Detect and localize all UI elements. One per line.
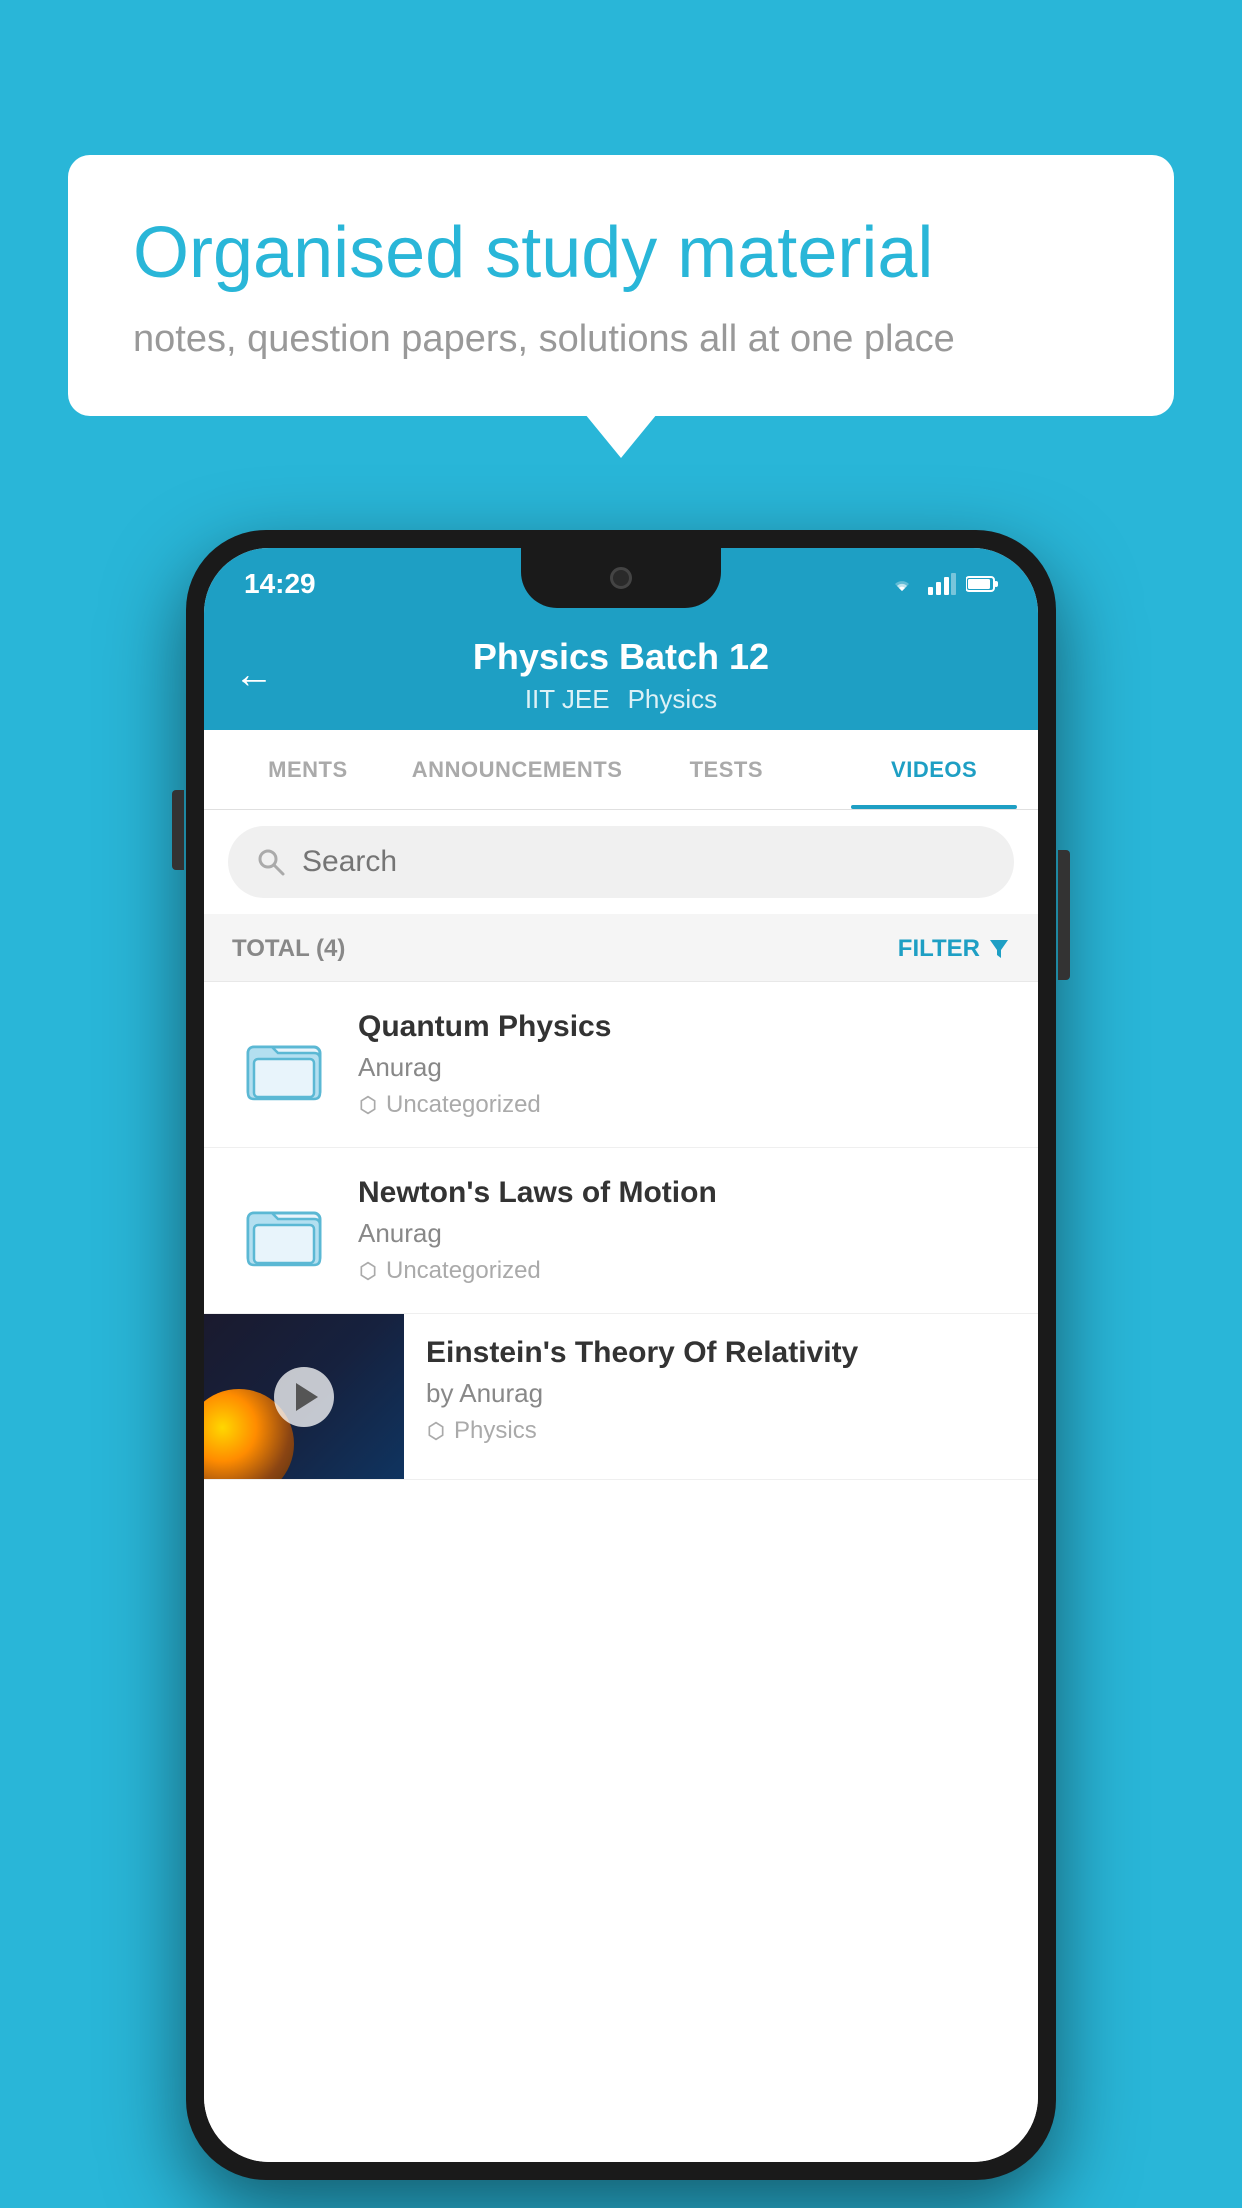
status-icons (886, 573, 998, 595)
nav-tag-physics: Physics (628, 684, 718, 715)
phone-screen: 14:29 (204, 548, 1038, 2162)
tab-announcements-label: ANNOUNCEMENTS (412, 757, 623, 783)
tag-icon-3 (426, 1421, 446, 1441)
search-input[interactable] (302, 845, 986, 879)
tab-announcements[interactable]: ANNOUNCEMENTS (412, 730, 623, 809)
folder-thumb-2 (234, 1181, 334, 1281)
tab-tests[interactable]: TESTS (622, 730, 830, 809)
status-time: 14:29 (244, 568, 316, 600)
notch (521, 548, 721, 608)
camera-notch (610, 567, 632, 589)
signal-icon (928, 573, 956, 595)
folder-icon-1 (244, 1025, 324, 1105)
nav-tag-iitjee: IIT JEE (525, 684, 610, 715)
video-title-2: Newton's Laws of Motion (358, 1176, 1008, 1210)
search-bar-wrapper (204, 810, 1038, 914)
tab-tests-label: TESTS (690, 757, 763, 783)
wifi-icon (886, 573, 918, 595)
video-info-3: Einstein's Theory Of Relativity by Anura… (404, 1314, 1038, 1479)
phone-container: 14:29 (186, 530, 1056, 2180)
video-tag-2: Uncategorized (358, 1257, 1008, 1285)
folder-thumb-1 (234, 1015, 334, 1115)
list-item[interactable]: Einstein's Theory Of Relativity by Anura… (204, 1314, 1038, 1480)
speech-bubble: Organised study material notes, question… (68, 155, 1174, 416)
video-author-2: Anurag (358, 1218, 1008, 1249)
tab-videos-label: VIDEOS (891, 757, 977, 783)
video-thumbnail-einstein (204, 1314, 404, 1479)
total-count-label: TOTAL (4) (232, 935, 345, 963)
list-item[interactable]: Quantum Physics Anurag Uncategorized (204, 982, 1038, 1148)
filter-row: TOTAL (4) FILTER (204, 916, 1038, 982)
video-list: Quantum Physics Anurag Uncategorized (204, 982, 1038, 2162)
video-title-1: Quantum Physics (358, 1010, 1008, 1044)
battery-icon (966, 575, 998, 593)
tag-icon-1 (358, 1095, 378, 1115)
tab-bar: MENTS ANNOUNCEMENTS TESTS VIDEOS (204, 730, 1038, 810)
search-icon (256, 847, 286, 877)
video-title-3: Einstein's Theory Of Relativity (426, 1336, 1016, 1370)
video-author-1: Anurag (358, 1052, 1008, 1083)
tab-ments[interactable]: MENTS (204, 730, 412, 809)
filter-label: FILTER (898, 935, 980, 963)
list-item[interactable]: Newton's Laws of Motion Anurag Uncategor… (204, 1148, 1038, 1314)
video-author-3: by Anurag (426, 1378, 1016, 1409)
tag-icon-2 (358, 1261, 378, 1281)
nav-subtitle: IIT JEE Physics (525, 684, 717, 715)
nav-title: Physics Batch 12 (473, 636, 769, 678)
tab-ments-label: MENTS (268, 757, 348, 783)
filter-icon (988, 938, 1010, 960)
play-button[interactable] (274, 1367, 334, 1427)
video-info-2: Newton's Laws of Motion Anurag Uncategor… (358, 1176, 1008, 1285)
filter-button[interactable]: FILTER (898, 935, 1010, 963)
speech-bubble-subtext: notes, question papers, solutions all at… (133, 318, 1109, 361)
video-tag-1: Uncategorized (358, 1091, 1008, 1119)
back-button[interactable]: ← (234, 653, 274, 698)
speech-bubble-container: Organised study material notes, question… (68, 155, 1174, 416)
top-nav: ← Physics Batch 12 IIT JEE Physics (204, 620, 1038, 730)
video-info-1: Quantum Physics Anurag Uncategorized (358, 1010, 1008, 1119)
search-bar (228, 826, 1014, 898)
speech-bubble-heading: Organised study material (133, 210, 1109, 296)
tab-videos[interactable]: VIDEOS (830, 730, 1038, 809)
folder-icon-2 (244, 1191, 324, 1271)
video-tag-3: Physics (426, 1417, 1016, 1445)
play-icon (296, 1383, 318, 1411)
